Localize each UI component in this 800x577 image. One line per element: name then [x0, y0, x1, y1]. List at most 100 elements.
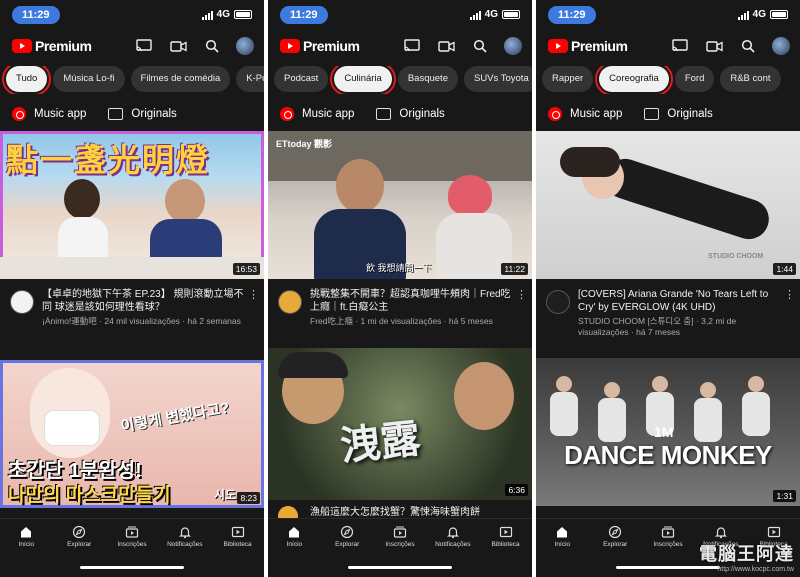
- search-icon[interactable]: [202, 37, 222, 55]
- network-label: 4G: [216, 9, 230, 20]
- youtube-premium-logo[interactable]: Premium: [548, 38, 628, 54]
- watermark: 電腦王阿達 http://www.kocpc.com.tw: [699, 540, 794, 573]
- filter-chip[interactable]: Filmes de comédia: [130, 66, 231, 92]
- video-title[interactable]: 【卓卓的地獄下午茶 EP.23】 規則滾動立場不同 球迷是該如何理性看球？: [42, 288, 246, 314]
- video-thumbnail[interactable]: 이렇게 변했다고? 초간단 1분완성! 나만의 마스크만들기 시도 8:23: [0, 360, 264, 508]
- nav-library[interactable]: Biblioteca: [481, 525, 531, 548]
- channel-avatar[interactable]: [546, 290, 570, 314]
- video-thumbnail[interactable]: 1M DANCE MONKEY 1:31: [536, 358, 800, 506]
- status-time: 11:29: [548, 6, 596, 24]
- video-thumbnail[interactable]: 點一盞光明燈 16:53: [0, 131, 264, 279]
- video-thumbnail[interactable]: STUDIO CHOOM 1:44: [536, 131, 800, 279]
- music-app-link[interactable]: Music app: [34, 108, 86, 120]
- account-avatar[interactable]: [236, 37, 254, 55]
- camera-icon[interactable]: [168, 37, 188, 55]
- video-subtitle: Fred吃上癮 · 1 mi de visualizações · há 5 m…: [310, 316, 493, 326]
- thumb-headline-1: 초간단 1분완성!: [8, 460, 142, 482]
- explore-icon: [54, 525, 104, 539]
- youtube-play-icon: [548, 39, 568, 53]
- music-app-link[interactable]: Music app: [302, 108, 354, 120]
- video-subtitle: STUDIO CHOOM [스튜디오 춤] · 3,2 mi de visual…: [578, 316, 737, 337]
- youtube-premium-logo[interactable]: Premium: [280, 38, 360, 54]
- filter-chip[interactable]: Basquete: [397, 66, 458, 92]
- youtube-premium-logo[interactable]: Premium: [12, 38, 92, 54]
- nav-library[interactable]: Biblioteca: [213, 525, 263, 548]
- library-icon: [749, 525, 799, 539]
- more-options-icon[interactable]: ⋮: [784, 288, 795, 302]
- video-duration: 1:31: [773, 490, 796, 502]
- music-app-link[interactable]: Music app: [570, 108, 622, 120]
- nav-explore[interactable]: Explorar: [590, 525, 640, 548]
- status-bar: 11:29 4G: [0, 0, 264, 30]
- search-icon[interactable]: [738, 37, 758, 55]
- video-thumbnail[interactable]: 洩露 6:36: [268, 348, 532, 500]
- cast-icon[interactable]: [670, 37, 690, 55]
- screenshot-collage: 11:29 4G Premium Tudo Música Lo-fi Filmes de …: [0, 0, 800, 577]
- cast-icon[interactable]: [134, 37, 154, 55]
- filter-chip[interactable]: Ford: [674, 66, 715, 92]
- explore-icon: [590, 525, 640, 539]
- more-options-icon[interactable]: ⋮: [248, 288, 259, 302]
- nav-notifications[interactable]: Notificações: [160, 525, 210, 548]
- music-app-icon[interactable]: [12, 107, 26, 121]
- nav-home[interactable]: Início: [1, 525, 51, 548]
- subscriptions-icon: [643, 525, 693, 539]
- video-title[interactable]: [COVERS] Ariana Grande 'No Tears Left to…: [578, 288, 782, 314]
- filter-chip[interactable]: Culinária: [330, 66, 396, 94]
- music-app-icon[interactable]: [548, 107, 562, 121]
- explore-icon: [322, 525, 372, 539]
- camera-icon[interactable]: [436, 37, 456, 55]
- status-time: 11:29: [280, 6, 328, 24]
- filter-chip[interactable]: Podcast: [274, 66, 329, 92]
- filter-chip[interactable]: Coreografia: [595, 66, 673, 94]
- filter-chip[interactable]: Rapper: [542, 66, 594, 92]
- nav-subscriptions[interactable]: Inscrições: [643, 525, 693, 548]
- music-app-icon[interactable]: [280, 107, 294, 121]
- channel-avatar[interactable]: [10, 290, 34, 314]
- header-actions: [402, 37, 522, 55]
- home-icon: [1, 525, 51, 539]
- originals-icon[interactable]: [376, 108, 392, 120]
- nav-subscriptions[interactable]: Inscrições: [375, 525, 425, 548]
- home-icon: [537, 525, 587, 539]
- more-options-icon[interactable]: ⋮: [516, 288, 527, 302]
- camera-icon[interactable]: [704, 37, 724, 55]
- bottom-nav-items: Início Explorar Inscrições Notificações Bibl…: [0, 519, 264, 548]
- search-icon[interactable]: [470, 37, 490, 55]
- logo-text: Premium: [303, 38, 360, 54]
- battery-icon: [234, 10, 252, 19]
- account-avatar[interactable]: [772, 37, 790, 55]
- nav-home[interactable]: Início: [269, 525, 319, 548]
- app-header: Premium: [536, 34, 800, 60]
- filter-chip[interactable]: Música Lo-fi: [53, 66, 125, 92]
- originals-icon[interactable]: [108, 108, 124, 120]
- battery-icon: [502, 10, 520, 19]
- thumb-title-text: 點一盞光明燈: [6, 141, 211, 179]
- video-title[interactable]: 挑戰整集不開車？超認真咖哩牛頰肉｜Fred吃上癮｜ft.白癡公主: [310, 288, 514, 314]
- nav-home[interactable]: Início: [537, 525, 587, 548]
- filter-chip[interactable]: R&B cont: [720, 66, 781, 92]
- shortcut-row: Music app Originals: [0, 104, 264, 124]
- originals-icon[interactable]: [644, 108, 660, 120]
- nav-explore[interactable]: Explorar: [322, 525, 372, 548]
- bell-icon: [696, 525, 746, 539]
- channel-avatar[interactable]: [278, 290, 302, 314]
- video-thumbnail[interactable]: ETtoday 觀影飲 我想請問一下 11:22: [268, 131, 532, 279]
- filter-chip[interactable]: Tudo: [1, 66, 52, 94]
- filter-chip[interactable]: SUVs Toyota: [463, 66, 532, 92]
- originals-link[interactable]: Originals: [667, 108, 712, 120]
- nav-label: Biblioteca: [223, 541, 252, 548]
- status-time: 11:29: [12, 6, 60, 24]
- nav-notifications[interactable]: Notificações: [428, 525, 478, 548]
- library-icon: [213, 525, 263, 539]
- originals-link[interactable]: Originals: [131, 108, 176, 120]
- nav-explore[interactable]: Explorar: [54, 525, 104, 548]
- filter-chip[interactable]: K-Pop: [236, 66, 264, 92]
- status-bar: 11:29 4G: [536, 0, 800, 30]
- account-avatar[interactable]: [504, 37, 522, 55]
- nav-label: Explorar: [67, 541, 92, 548]
- watermark-url: http://www.kocpc.com.tw: [717, 566, 794, 573]
- originals-link[interactable]: Originals: [399, 108, 444, 120]
- cast-icon[interactable]: [402, 37, 422, 55]
- nav-subscriptions[interactable]: Inscrições: [107, 525, 157, 548]
